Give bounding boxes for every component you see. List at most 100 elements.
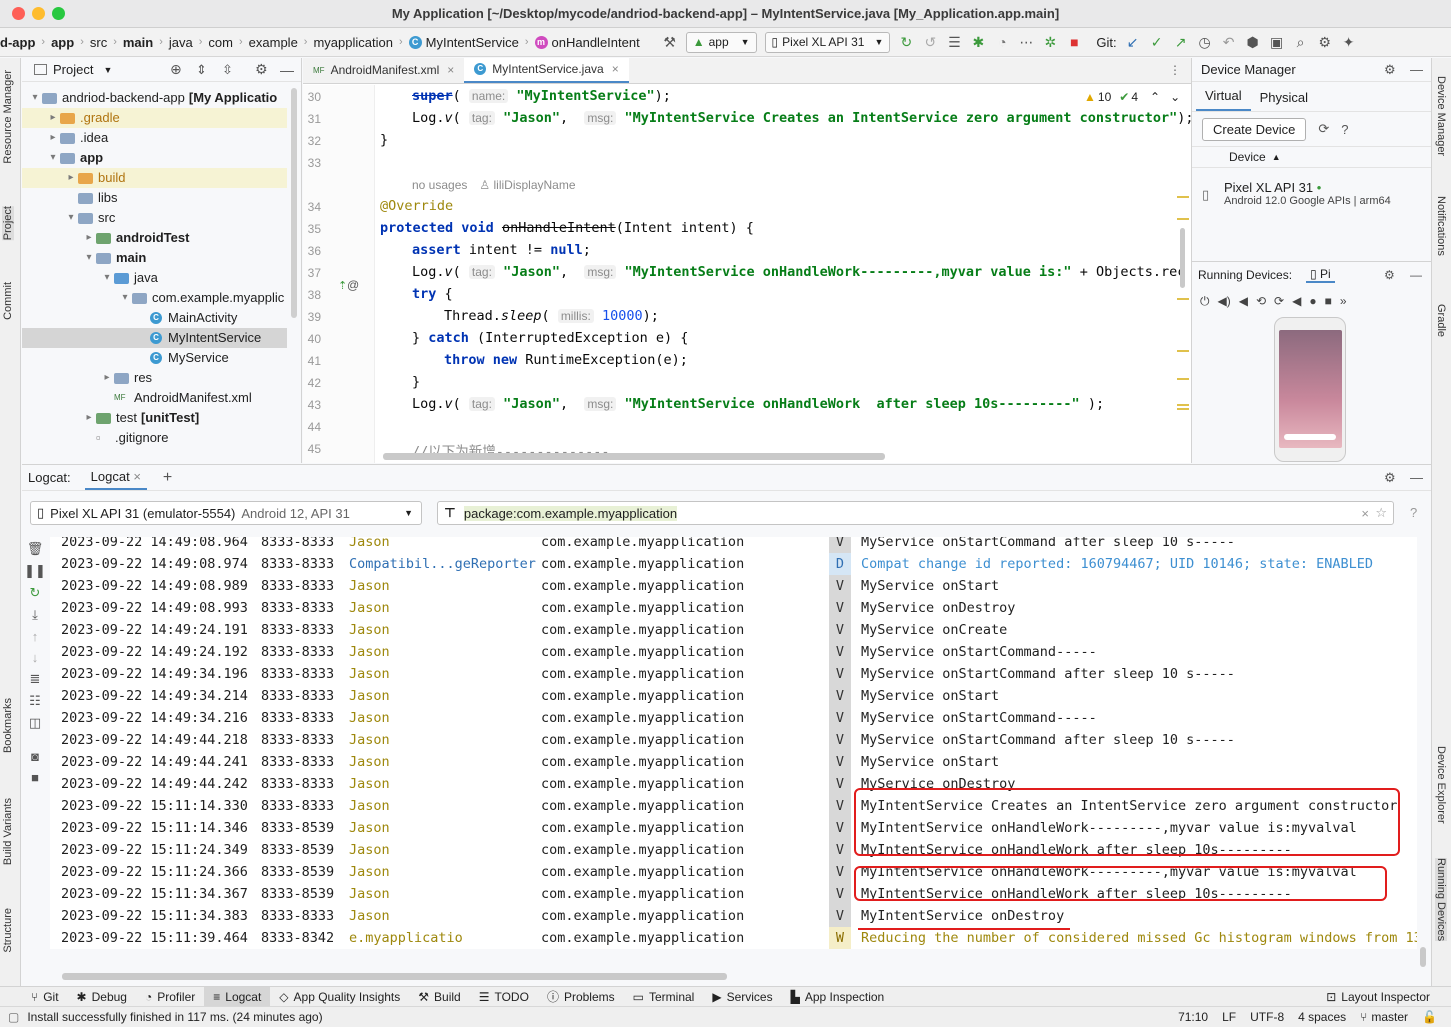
log-row[interactable]: 2023-09-22 14:49:34.216 8333-8333 Jason com… [50, 707, 1417, 729]
tool-tab-build[interactable]: ⚒ Build [409, 987, 469, 1007]
stop-icon[interactable]: ■ [1062, 30, 1086, 54]
log-row[interactable]: 2023-09-22 15:11:34.383 8333-8333 Jason com… [50, 905, 1417, 927]
hammer-icon[interactable]: ⚒ [658, 30, 682, 54]
tool-tab-logcat[interactable]: ≡ Logcat [204, 986, 271, 1007]
create-device-button[interactable]: Create Device [1202, 117, 1307, 141]
split-icon[interactable]: ◫ [29, 715, 41, 731]
back-icon[interactable]: ◀ [1292, 294, 1301, 308]
tree-item[interactable]: ▸ .gradle [22, 108, 287, 128]
help-icon[interactable]: ? [1410, 505, 1417, 520]
log-row[interactable]: 2023-09-22 14:49:24.192 8333-8333 Jason com… [50, 641, 1417, 663]
tool-tab-debug[interactable]: ✱ Debug [68, 987, 136, 1007]
horizontal-scrollbar[interactable] [383, 453, 885, 460]
error-stripe-mark[interactable] [1177, 350, 1189, 352]
logcat-device-select[interactable]: ▯ Pixel XL API 31 (emulator-5554) Androi… [30, 501, 422, 525]
apply-changes-icon[interactable]: ↺ [918, 30, 942, 54]
tab-gradle[interactable]: Gradle [1435, 304, 1447, 337]
vertical-scrollbar[interactable] [1180, 228, 1185, 288]
run-config-select[interactable]: ▲ app ▼ [685, 31, 757, 53]
tree-item[interactable]: ▫ .gitignore [22, 428, 287, 448]
chevron-right-icon[interactable]: ▸ [82, 408, 96, 428]
tool-tab-layout-inspector[interactable]: ⊡ Layout Inspector [1317, 987, 1439, 1007]
volume-down-icon[interactable]: ◀ [1239, 294, 1248, 308]
gear-icon[interactable]: ⚙ [1384, 62, 1396, 78]
tree-item[interactable]: MF AndroidManifest.xml [22, 388, 287, 408]
device-select[interactable]: ▯ Pixel XL API 31 ▼ [764, 31, 891, 53]
chevron-right-icon[interactable]: ▸ [82, 228, 96, 248]
project-view-select[interactable]: Project [53, 62, 93, 77]
code-vision[interactable]: no usages ♙ liliDisplayName [412, 178, 576, 192]
chevron-down-icon[interactable]: ⌄ [1170, 90, 1180, 104]
assistant-icon[interactable]: ✦ [1337, 30, 1361, 54]
log-row[interactable]: 2023-09-22 14:49:44.218 8333-8333 Jason com… [50, 729, 1417, 751]
tab-my-intent-service[interactable]: C MyIntentService.java × [464, 58, 629, 83]
log-row[interactable]: 2023-09-22 15:11:39.464 8333-8342 e.myappl… [50, 927, 1417, 949]
panel-toggle-icon[interactable]: ▢ [8, 1010, 19, 1024]
breadcrumb-method[interactable]: m onHandleIntent [531, 35, 644, 50]
tree-item[interactable]: ▸ androidTest [22, 228, 287, 248]
sdk-manager-icon[interactable]: ⬢ [1241, 30, 1265, 54]
vertical-scrollbar[interactable] [1420, 947, 1426, 967]
gear-icon[interactable]: ⚙ [255, 61, 268, 78]
logcat-tab[interactable]: Logcat × [84, 465, 147, 490]
collapse-all-icon[interactable]: ⇳ [222, 62, 233, 78]
log-row[interactable]: 2023-09-22 14:49:44.241 8333-8333 Jason com… [50, 751, 1417, 773]
tree-item[interactable]: ▾ src [22, 208, 287, 228]
close-icon[interactable]: × [133, 469, 141, 484]
tree-item[interactable]: libs [22, 188, 287, 208]
log-row[interactable]: 2023-09-22 14:49:08.974 8333-8333 Compatib… [50, 553, 1417, 575]
pause-icon[interactable]: ❚❚ [24, 563, 46, 579]
tab-commit[interactable]: Commit [2, 282, 14, 320]
attach-debugger-icon[interactable]: ✲ [1038, 30, 1062, 54]
annotation-marker-icon[interactable]: @ [347, 278, 359, 292]
tree-item[interactable]: ▾ main [22, 248, 287, 268]
tree-item[interactable]: ▸ res [22, 368, 287, 388]
gear-icon[interactable]: ⚙ [1313, 30, 1337, 54]
log-row[interactable]: 2023-09-22 14:49:08.989 8333-8333 Jason com… [50, 575, 1417, 597]
tool-tab-app-quality[interactable]: ◇ App Quality Insights [270, 987, 409, 1007]
error-stripe-mark[interactable] [1177, 408, 1189, 410]
hide-panel-icon[interactable]: — [280, 62, 294, 78]
breadcrumb-example[interactable]: example [245, 35, 302, 50]
chevron-down-icon[interactable]: ▾ [82, 248, 96, 268]
indent-setting[interactable]: 4 spaces [1298, 1010, 1346, 1024]
running-device-tab[interactable]: ▯ Pi [1306, 267, 1335, 283]
chevron-right-icon[interactable]: ▸ [64, 168, 78, 188]
tab-virtual[interactable]: Virtual [1196, 88, 1251, 111]
error-stripe-mark[interactable] [1177, 218, 1189, 220]
git-branch[interactable]: master [1371, 1010, 1408, 1024]
tab-notifications[interactable]: Notifications [1435, 196, 1447, 256]
add-tab-icon[interactable]: + [163, 469, 172, 487]
chevron-up-icon[interactable]: ⌃ [1150, 90, 1160, 104]
breadcrumb-main[interactable]: main [119, 35, 157, 50]
coverage-icon[interactable]: ☰ [942, 30, 966, 54]
tool-tab-git[interactable]: ⑂ Git [22, 987, 68, 1007]
overview-icon[interactable]: ■ [1325, 294, 1332, 308]
rerun-icon[interactable]: ↻ [894, 30, 918, 54]
minimize-window-button[interactable] [32, 7, 45, 20]
soft-wrap-icon[interactable]: ≣ [30, 671, 41, 687]
tree-scrollbar[interactable] [291, 88, 297, 318]
chevron-right-icon[interactable]: ▸ [100, 368, 114, 388]
tree-item[interactable]: ▸ .idea [22, 128, 287, 148]
git-commit-icon[interactable]: ✓ [1145, 30, 1169, 54]
log-row[interactable]: 2023-09-22 14:49:34.214 8333-8333 Jason com… [50, 685, 1417, 707]
error-stripe-mark[interactable] [1177, 298, 1189, 300]
tool-tab-profiler[interactable]: ◔ Profiler [136, 987, 204, 1007]
git-rollback-icon[interactable]: ↶ [1217, 30, 1241, 54]
close-window-button[interactable] [12, 7, 25, 20]
tree-item[interactable]: ▾ com.example.myapplic [22, 288, 287, 308]
search-icon[interactable]: ⌕ [1289, 30, 1313, 54]
tab-device-manager[interactable]: Device Manager [1435, 76, 1447, 156]
home-icon[interactable]: ● [1309, 294, 1316, 308]
breadcrumb-class[interactable]: C MyIntentService [405, 35, 523, 50]
hide-panel-icon[interactable]: — [1410, 62, 1423, 77]
breadcrumb-project[interactable]: d-app [0, 35, 39, 50]
screen-record-icon[interactable]: ■ [31, 770, 39, 785]
breadcrumb-myapplication[interactable]: myapplication [309, 35, 397, 50]
breadcrumb-java[interactable]: java [165, 35, 197, 50]
gear-icon[interactable]: ⚙ [1384, 268, 1395, 282]
column-device[interactable]: Device [1229, 150, 1266, 164]
tree-item[interactable]: C MainActivity [22, 308, 287, 328]
search-widget[interactable] [1284, 434, 1336, 440]
